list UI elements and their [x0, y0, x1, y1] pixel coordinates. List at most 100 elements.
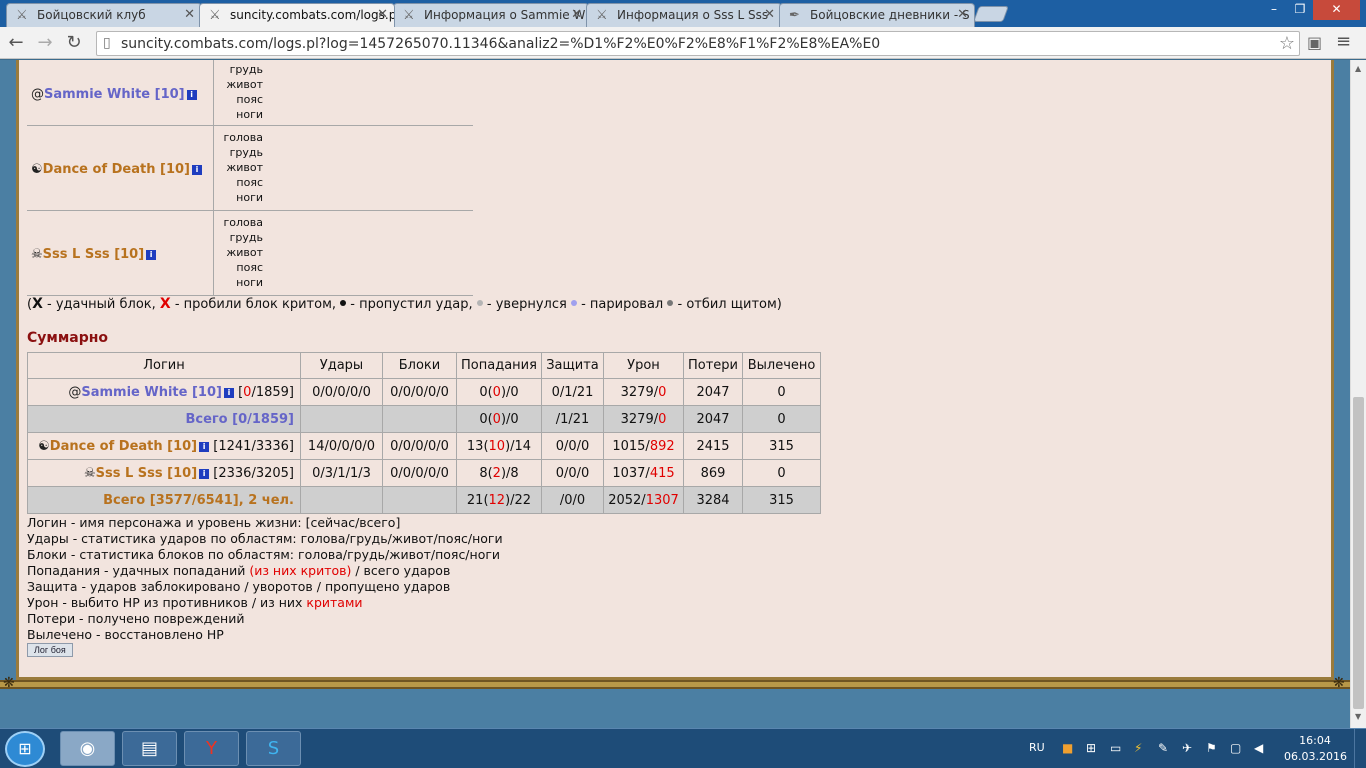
col-header: Вылечено [742, 352, 822, 379]
close-icon[interactable]: ✕ [571, 7, 582, 22]
login-cell: ☠Sss L Sss [10] i [2336/3205] [27, 459, 301, 487]
yin-yang-icon: ☯ [31, 162, 43, 177]
zone-list: голова грудь живот пояс ноги [213, 125, 271, 211]
team-total-row: Всего [0/1859] 0(0)/0 /1/21 3279/0 2047 … [27, 405, 822, 433]
tab-label: suncity.combats.com/logs.p [230, 8, 395, 22]
scroll-up-icon[interactable]: ▲ [1355, 64, 1361, 73]
scroll-down-icon[interactable]: ▼ [1355, 712, 1361, 721]
info-icon[interactable]: i [199, 441, 210, 452]
player-cell: ☠Sss L Sss [10] i [27, 210, 214, 296]
col-header: Защита [541, 352, 604, 379]
extension-icon[interactable]: ▣ [1307, 33, 1322, 52]
login-cell: @Sammie White [10] i [0/1859] [27, 378, 301, 406]
tray-fire-icon[interactable]: ⚡ [1134, 741, 1142, 755]
action-center-icon[interactable]: ▢ [1230, 741, 1241, 755]
tab-info-sss[interactable]: ⚔ Информация о Sss L Sss ✕ [586, 3, 782, 27]
tab-combats-club[interactable]: ⚔ Бойцовский клуб ✕ [6, 3, 202, 27]
close-window-button[interactable]: ✕ [1313, 0, 1360, 20]
content-frame: @Sammie White [10] i грудь живот пояс ног… [16, 60, 1334, 680]
table-row: ☠Sss L Sss [10] i голова грудь живот пояс… [27, 210, 473, 296]
new-tab-button[interactable] [973, 6, 1009, 22]
player-zones-table: @Sammie White [10] i грудь живот пояс ног… [27, 60, 473, 296]
login-cell: ☯Dance of Death [10] i [1241/3336] [27, 432, 301, 460]
crossed-swords-icon: ⚔ [596, 8, 608, 23]
system-clock[interactable]: 16:04 06.03.2016 [1284, 733, 1347, 765]
block-mark: X [32, 296, 43, 312]
demon-mask-icon: ☠ [83, 465, 96, 481]
info-icon[interactable]: i [192, 165, 202, 175]
player-cell: ☯Dance of Death [10] i [27, 125, 214, 211]
page-icon: ▯ [103, 35, 111, 51]
info-icon[interactable]: i [223, 387, 234, 398]
player-name[interactable]: Sammie White [10] [44, 87, 185, 102]
tray-window-icon[interactable]: ▭ [1110, 741, 1121, 755]
close-icon[interactable]: ✕ [764, 7, 775, 22]
windows-taskbar: ⊞ ◉ ▤ Y S RU ■ ⊞ ▭ ⚡ ✎ ✈ ⚑ ▢ ◀ 16:04 06.… [0, 728, 1366, 768]
frame-ornament-icon: ❋ [3, 675, 15, 691]
language-indicator[interactable]: RU [1029, 741, 1045, 754]
info-icon[interactable]: i [146, 250, 157, 260]
info-icon[interactable]: i [186, 89, 197, 100]
star-icon[interactable]: ☆ [1279, 33, 1295, 54]
info-icon[interactable]: i [199, 468, 210, 479]
zone-list: голова грудь живот пояс ноги [213, 210, 271, 296]
col-header: Урон [603, 352, 684, 379]
file-explorer-taskbar-icon[interactable]: ▤ [122, 731, 177, 766]
browser-toolbar: ← → ↻ ▯ suncity.combats.com/logs.pl?log=… [0, 27, 1366, 59]
minimize-button[interactable]: – [1261, 0, 1287, 20]
table-header-row: Логин Удары Блоки Попадания Защита Урон … [27, 352, 822, 379]
shield-spiral-icon: @ [68, 384, 82, 400]
show-desktop-button[interactable] [1354, 729, 1366, 768]
crit-mark: X [159, 296, 171, 312]
tab-label: Информация о Sammie W [424, 8, 586, 22]
tray-shield-icon[interactable]: ⚑ [1206, 741, 1217, 755]
close-icon[interactable]: ✕ [377, 7, 388, 22]
windows-flag-icon[interactable]: ⊞ [1086, 741, 1096, 755]
tray-app-icon[interactable]: ■ [1062, 741, 1073, 755]
page-viewport: @Sammie White [10] i грудь живот пояс ног… [0, 60, 1350, 728]
chrome-taskbar-icon[interactable]: ◉ [60, 731, 115, 766]
battle-log-button[interactable]: Лог боя [27, 643, 73, 657]
close-icon[interactable]: ✕ [957, 7, 968, 22]
menu-icon[interactable]: ≡ [1336, 31, 1351, 52]
table-row: ☯Dance of Death [10] i голова грудь живот… [27, 125, 473, 211]
player-name[interactable]: Dance of Death [10] [43, 162, 190, 177]
crossed-swords-icon: ⚔ [209, 8, 221, 23]
demon-mask-icon: ☠ [31, 247, 43, 262]
back-arrow-icon[interactable]: ← [4, 32, 28, 54]
tab-battle-log[interactable]: ⚔ suncity.combats.com/logs.p ✕ [199, 3, 395, 27]
volume-icon[interactable]: ◀ [1254, 741, 1263, 755]
tab-diaries[interactable]: ✒ Бойцовские дневники - S ✕ [779, 3, 975, 27]
close-icon[interactable]: ✕ [184, 7, 195, 22]
skype-taskbar-icon[interactable]: S [246, 731, 301, 766]
tab-info-sammie[interactable]: ⚔ Информация о Sammie W ✕ [393, 3, 589, 27]
col-header: Удары [300, 352, 383, 379]
col-header: Логин [27, 352, 301, 379]
browser-tab-bar: ⚔ Бойцовский клуб ✕ ⚔ suncity.combats.co… [0, 0, 1366, 27]
address-bar[interactable]: ▯ suncity.combats.com/logs.pl?log=145726… [96, 31, 1300, 56]
column-notes: Логин - имя персонажа и уровень жизни: [… [27, 515, 503, 642]
windows-start-button[interactable]: ⊞ [5, 731, 45, 767]
yandex-browser-taskbar-icon[interactable]: Y [184, 731, 239, 766]
player-cell: @Sammie White [10] i [27, 60, 214, 126]
reload-icon[interactable]: ↻ [62, 32, 86, 54]
restore-button[interactable]: ❐ [1287, 0, 1313, 20]
col-header: Потери [682, 352, 744, 379]
frame-ornament-icon: ❋ [1333, 675, 1345, 691]
zone-list: грудь живот пояс ноги [213, 60, 271, 126]
frame-border [0, 680, 1350, 689]
scrollbar-thumb[interactable] [1353, 397, 1364, 709]
network-icon[interactable]: ✈ [1182, 741, 1192, 755]
crossed-swords-icon: ⚔ [16, 8, 28, 23]
player-name[interactable]: Sss L Sss [10] [43, 247, 145, 262]
summary-table: Логин Удары Блоки Попадания Защита Урон … [27, 352, 822, 514]
tab-label: Информация о Sss L Sss [617, 8, 769, 22]
url-text[interactable]: suncity.combats.com/logs.pl?log=14572650… [121, 36, 880, 52]
table-row: @Sammie White [10] i грудь живот пояс ног… [27, 60, 473, 126]
forward-arrow-icon[interactable]: → [33, 32, 57, 54]
table-row: ☯Dance of Death [10] i [1241/3336] 14/0/0… [27, 432, 822, 460]
col-header: Блоки [382, 352, 457, 379]
summary-title: Суммарно [27, 330, 109, 346]
vertical-scrollbar[interactable]: ▲ ▼ [1350, 60, 1366, 728]
tray-pen-icon[interactable]: ✎ [1158, 741, 1168, 755]
